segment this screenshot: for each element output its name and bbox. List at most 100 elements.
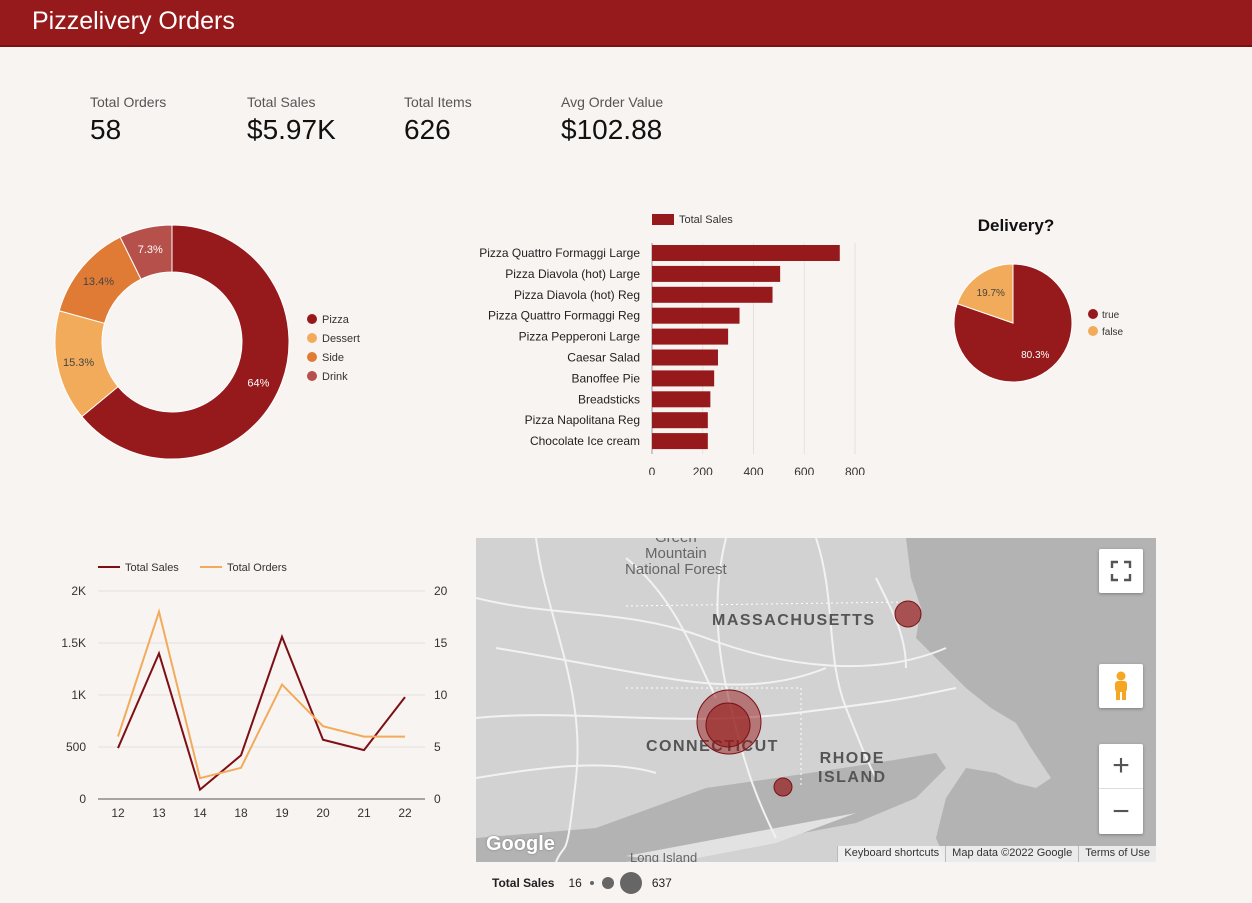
- legend-label: Total Sales: [125, 562, 179, 574]
- x-tick-label: 200: [693, 465, 713, 475]
- x-tick-label: 22: [398, 806, 412, 820]
- bar[interactable]: [652, 286, 773, 303]
- category-label: Pizza Diavola (hot) Large: [505, 267, 640, 281]
- category-label: Banoffee Pie: [571, 371, 640, 385]
- category-label: Caesar Salad: [567, 351, 640, 365]
- x-tick-label: 400: [743, 465, 763, 475]
- x-tick-label: 0: [649, 465, 656, 475]
- y-left-tick-label: 0: [79, 792, 86, 806]
- legend-label: Total Sales: [679, 214, 733, 226]
- kpi-label: Total Sales: [247, 94, 316, 110]
- y-left-tick-label: 1K: [71, 688, 86, 702]
- x-tick-label: 13: [152, 806, 166, 820]
- zoom-controls: + −: [1099, 744, 1143, 834]
- pie-value-label: 19.7%: [977, 288, 1005, 299]
- bar[interactable]: [652, 433, 708, 450]
- fullscreen-button[interactable]: [1099, 549, 1143, 593]
- kpi-label: Avg Order Value: [561, 94, 664, 110]
- x-tick-label: 18: [234, 806, 248, 820]
- category-label: Chocolate Ice cream: [530, 434, 640, 448]
- bar[interactable]: [652, 307, 740, 324]
- legend-swatch-icon: [307, 333, 317, 343]
- x-tick-label: 21: [357, 806, 371, 820]
- bar[interactable]: [652, 391, 711, 408]
- page-title: Pizzelivery Orders: [32, 7, 235, 35]
- google-logo: Google: [486, 833, 555, 855]
- header-bar: Pizzelivery Orders: [0, 0, 1252, 47]
- bar[interactable]: [652, 370, 715, 387]
- y-right-tick-label: 10: [434, 688, 448, 702]
- legend-dot-icon: [589, 881, 594, 885]
- legend-label: Dessert: [322, 333, 360, 345]
- bar[interactable]: [652, 412, 708, 429]
- y-left-tick-label: 1.5K: [61, 636, 86, 650]
- zoom-out-button[interactable]: −: [1099, 789, 1143, 834]
- x-tick-label: 14: [193, 806, 207, 820]
- legend-large-circle-icon: [619, 872, 642, 894]
- legend-label: Side: [322, 352, 344, 364]
- category-label: Pizza Diavola (hot) Reg: [514, 288, 640, 302]
- legend-small-circle-icon: [601, 877, 614, 889]
- pegman-icon: [1115, 671, 1127, 700]
- kpi-value: $5.97K: [247, 114, 336, 145]
- legend-swatch-icon: [652, 214, 674, 225]
- bar[interactable]: [652, 245, 840, 261]
- map-label-massachusetts: MASSACHUSETTS: [712, 612, 876, 629]
- kpi-avg-order-value: Avg Order Value $102.88: [561, 94, 663, 146]
- kpi-total-sales: Total Sales $5.97K: [247, 94, 336, 146]
- legend-swatch-icon: [307, 352, 317, 362]
- x-tick-label: 800: [845, 465, 865, 475]
- series-line-total-sales[interactable]: [117, 633, 406, 792]
- sales-map[interactable]: Green Mountain National Forest MASSACHUS…: [476, 538, 1156, 862]
- donut-value-label: 13.4%: [83, 276, 114, 288]
- zoom-in-button[interactable]: +: [1099, 744, 1143, 789]
- kpi-value: $102.88: [561, 114, 663, 145]
- legend-swatch-icon: [307, 314, 317, 324]
- legend-label: Total Orders: [227, 562, 287, 574]
- legend-swatch-icon: [1088, 309, 1098, 319]
- y-right-tick-label: 0: [434, 792, 441, 806]
- map-legend-label: Total Sales: [492, 876, 555, 890]
- bar[interactable]: [652, 265, 781, 282]
- category-label: Breadsticks: [578, 392, 640, 406]
- map-label-long-island: Long Island: [630, 850, 698, 862]
- category-label: Pizza Quattro Formaggi Large: [479, 246, 640, 260]
- x-tick-label: 12: [111, 806, 125, 820]
- ri-label-line: ISLAND: [818, 769, 887, 786]
- map-canvas[interactable]: [476, 538, 1156, 862]
- map-label-forest: Green Mountain National Forest: [625, 538, 727, 578]
- y-right-tick-label: 5: [434, 740, 441, 754]
- keyboard-shortcuts-link[interactable]: Keyboard shortcuts: [837, 846, 945, 862]
- terms-of-use-link[interactable]: Terms of Use: [1078, 846, 1156, 862]
- top-items-bar-chart: 0 200 400 600 800 Pizza Quattro Formaggi Larg…: [479, 214, 865, 475]
- x-tick-label: 19: [275, 806, 289, 820]
- delivery-pie-chart: Delivery? 80.3% 19.7% true false: [953, 216, 1124, 383]
- street-view-button[interactable]: [1099, 664, 1143, 708]
- fullscreen-icon: [1110, 560, 1132, 582]
- legend-label: false: [1102, 327, 1124, 338]
- kpi-total-items: Total Items 626: [404, 94, 472, 146]
- ri-label-line: RHODE: [819, 750, 885, 767]
- x-tick-label: 600: [794, 465, 814, 475]
- kpi-value: 626: [404, 114, 451, 145]
- legend-label: true: [1102, 310, 1120, 321]
- bar[interactable]: [652, 349, 718, 366]
- category-label: Pizza Quattro Formaggi Reg: [488, 309, 640, 323]
- kpi-total-orders: Total Orders 58: [90, 94, 166, 146]
- kpi-label: Total Items: [404, 94, 472, 110]
- category-donut-chart: 64% 15.3% 13.4% 7.3% Pizza Dessert Side Drink: [54, 224, 360, 460]
- pie-value-label: 80.3%: [1021, 350, 1049, 361]
- map-label-connecticut: CONNECTICUT: [646, 738, 779, 755]
- bar[interactable]: [652, 328, 729, 345]
- legend-label: Pizza: [322, 314, 350, 326]
- category-label: Pizza Pepperoni Large: [519, 330, 641, 344]
- donut-value-label: 15.3%: [63, 357, 94, 369]
- category-label: Pizza Napolitana Reg: [525, 413, 640, 427]
- map-size-legend: Total Sales 16 637: [492, 872, 672, 894]
- donut-value-label: 64%: [247, 378, 269, 390]
- y-left-tick-label: 500: [66, 740, 86, 754]
- y-right-tick-label: 20: [434, 584, 448, 598]
- legend-label: Drink: [322, 371, 348, 383]
- legend-swatch-icon: [307, 371, 317, 381]
- forest-label-line: Mountain: [645, 545, 707, 562]
